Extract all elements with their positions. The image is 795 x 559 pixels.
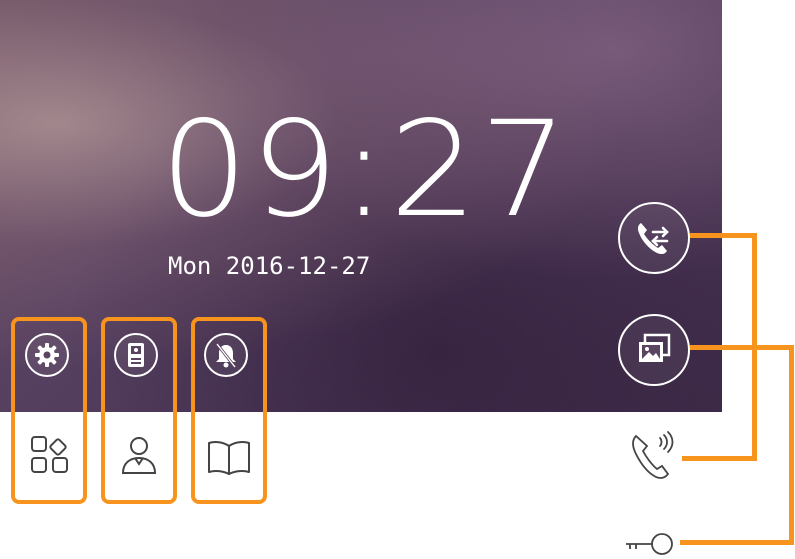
gallery-connector (789, 345, 794, 545)
gallery-connector (680, 540, 794, 545)
callout-diagram: 09:27 Mon 2016-12-27 (0, 0, 795, 559)
photos-icon (639, 333, 671, 362)
open-book-icon (206, 438, 252, 476)
gallery-button[interactable] (618, 314, 690, 386)
clock-date: Mon 2016-12-27 (168, 252, 371, 280)
key-icon (624, 532, 676, 556)
intercom-button[interactable] (618, 202, 690, 274)
gallery-connector (690, 345, 794, 350)
intercom-connector (690, 233, 756, 238)
intercom-connector (682, 456, 757, 461)
clock-time: 09:27 (160, 93, 570, 247)
user-icon (118, 434, 160, 476)
phone-transfer-icon (637, 223, 669, 255)
apps-grid-icon (29, 434, 71, 476)
ringing-phone-icon (630, 428, 682, 482)
